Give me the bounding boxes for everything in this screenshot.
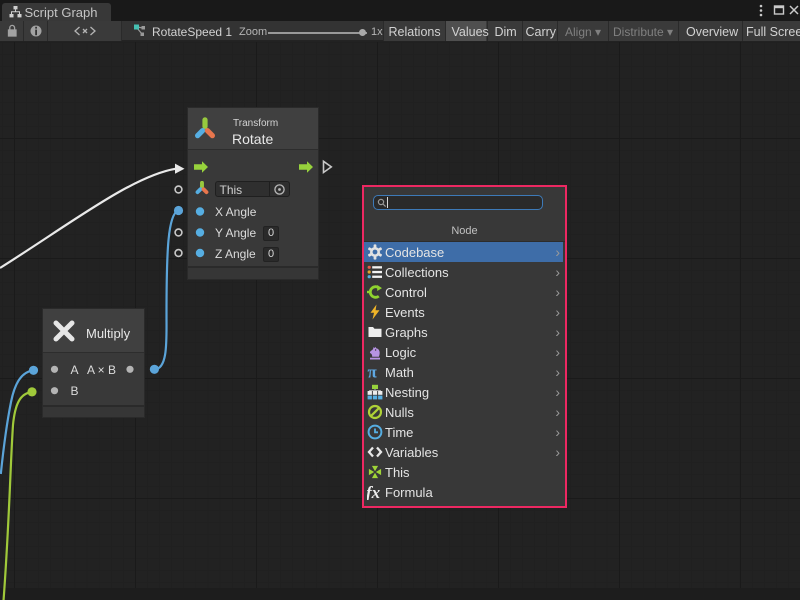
svg-text:fx: fx bbox=[367, 484, 381, 500]
svg-text:π: π bbox=[368, 364, 378, 380]
